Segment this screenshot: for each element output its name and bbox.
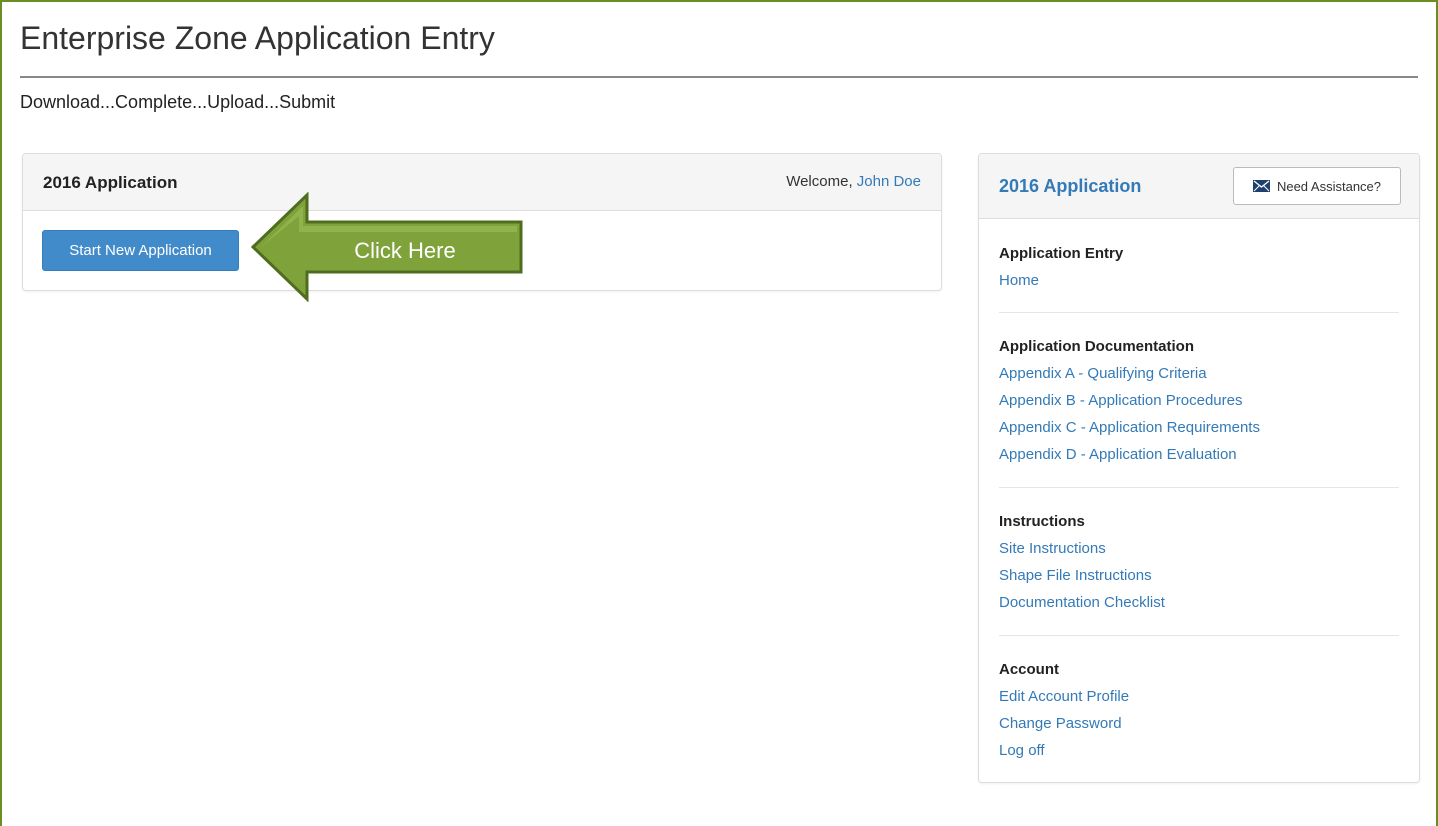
section-heading: Instructions [999,513,1085,530]
link-appendix-a[interactable]: Appendix A - Qualifying Criteria [999,363,1399,390]
welcome-message: Welcome, John Doe [786,173,921,190]
section-application-entry: Application Entry Home [999,243,1399,297]
start-new-application-button[interactable]: Start New Application [42,230,239,271]
application-panel-title: 2016 Application [43,173,178,192]
link-documentation-checklist[interactable]: Documentation Checklist [999,592,1399,619]
section-heading: Application Documentation [999,338,1194,355]
link-site-instructions[interactable]: Site Instructions [999,538,1399,565]
title-divider [20,76,1418,78]
navigation-panel: 2016 Application Need Assistance? Applic… [978,153,1420,783]
navigation-panel-title[interactable]: 2016 Application [999,176,1141,197]
section-divider [999,487,1399,488]
link-log-off[interactable]: Log off [999,740,1399,767]
section-heading: Application Entry [999,245,1124,262]
link-appendix-c[interactable]: Appendix C - Application Requirements [999,417,1399,444]
link-change-password[interactable]: Change Password [999,713,1399,740]
section-instructions: Instructions Site Instructions Shape Fil… [999,511,1399,619]
callout-label: Click Here [354,238,456,263]
click-here-arrow-callout: Click Here [251,192,528,302]
link-shape-file-instructions[interactable]: Shape File Instructions [999,565,1399,592]
section-heading: Account [999,661,1059,678]
section-divider [999,312,1399,313]
need-assistance-button[interactable]: Need Assistance? [1233,167,1401,205]
section-divider [999,635,1399,636]
mail-icon [1252,180,1270,192]
link-home[interactable]: Home [999,270,1399,297]
link-edit-account-profile[interactable]: Edit Account Profile [999,686,1399,713]
link-appendix-d[interactable]: Appendix D - Application Evaluation [999,444,1399,471]
welcome-prefix: Welcome, [786,173,857,190]
page-title: Enterprise Zone Application Entry [20,20,495,56]
page-tagline: Download...Complete...Upload...Submit [20,92,336,112]
link-appendix-b[interactable]: Appendix B - Application Procedures [999,390,1399,417]
navigation-panel-header: 2016 Application Need Assistance? [979,154,1419,219]
user-name-link[interactable]: John Doe [857,173,921,190]
section-application-documentation: Application Documentation Appendix A - Q… [999,336,1399,471]
section-account: Account Edit Account Profile Change Pass… [999,659,1399,767]
need-assistance-label: Need Assistance? [1276,178,1382,194]
